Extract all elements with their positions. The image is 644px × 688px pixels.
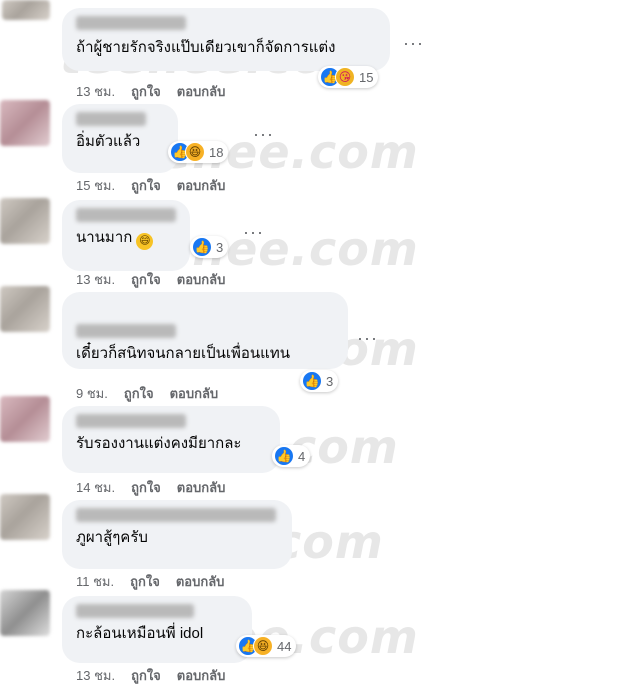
like-icon: 👍 xyxy=(302,371,322,391)
avatar[interactable] xyxy=(0,198,50,244)
reply-button[interactable]: ตอบกลับ xyxy=(177,477,226,498)
avatar[interactable] xyxy=(2,0,50,20)
comment-time[interactable]: 11 ชม. xyxy=(76,571,114,592)
comment-text: กะล้อนเหมือนพี่ idol xyxy=(76,625,204,642)
comment-text: รับรองงานแต่งคงมียากละ xyxy=(76,435,242,452)
like-icon: 👍 xyxy=(274,446,294,466)
commenter-name-blurred xyxy=(76,414,186,428)
reaction-count: 4 xyxy=(298,448,306,464)
reply-button[interactable]: ตอบกลับ xyxy=(177,665,226,686)
haha-icon: 😆 xyxy=(185,142,205,162)
like-button[interactable]: ถูกใจ xyxy=(131,175,161,196)
comment-meta: 13 ชม. ถูกใจ ตอบกลับ xyxy=(76,269,225,290)
reaction-count: 3 xyxy=(216,239,224,255)
reply-button[interactable]: ตอบกลับ xyxy=(170,383,219,404)
reaction-summary[interactable]: 👍 😆 44 xyxy=(236,635,297,657)
like-button[interactable]: ถูกใจ xyxy=(130,571,160,592)
reaction-summary[interactable]: 👍 😆 18 xyxy=(168,141,229,163)
comment-bubble: นานมาก 😄 xyxy=(62,200,190,271)
comment-time[interactable]: 13 ชม. xyxy=(76,269,115,290)
like-button[interactable]: ถูกใจ xyxy=(131,665,161,686)
comment-text-body: นานมาก xyxy=(76,229,133,246)
reaction-count: 3 xyxy=(326,373,334,389)
reply-button[interactable]: ตอบกลับ xyxy=(176,571,225,592)
avatar[interactable] xyxy=(0,286,50,332)
reaction-summary[interactable]: 👍 😘 15 xyxy=(318,66,379,88)
avatar[interactable] xyxy=(0,590,50,636)
more-options-icon[interactable]: ··· xyxy=(403,33,424,54)
comment-time[interactable]: 14 ชม. xyxy=(76,477,115,498)
comment-text: นานมาก 😄 xyxy=(76,228,176,250)
reaction-summary[interactable]: 👍 3 xyxy=(300,370,339,392)
avatar[interactable] xyxy=(0,100,50,146)
haha-icon: 😆 xyxy=(253,636,273,656)
comment-bubble: ถ้าผู้ชายรักจริงแป๊บเดียวเขาก็จัดการแต่ง xyxy=(62,8,390,71)
reaction-count: 44 xyxy=(277,638,292,654)
comment-text: ภูผาสู้ๆครับ xyxy=(76,529,148,546)
avatar[interactable] xyxy=(0,396,50,442)
comment-time[interactable]: 13 ชม. xyxy=(76,81,115,102)
comment-text: ถ้าผู้ชายรักจริงแป๊บเดียวเขาก็จัดการแต่ง xyxy=(76,39,336,56)
love-icon: 😘 xyxy=(335,67,355,87)
commenter-name-blurred xyxy=(76,324,176,338)
comment-meta: 15 ชม. ถูกใจ ตอบกลับ xyxy=(76,175,225,196)
comment-bubble: เดี๋ยวก็สนิทจนกลายเป็นเพื่อนแทน xyxy=(62,292,348,369)
comment-time[interactable]: 13 ชม. xyxy=(76,665,115,686)
commenter-name-blurred xyxy=(76,508,276,522)
reaction-summary[interactable]: 👍 4 xyxy=(272,445,311,467)
comment-meta: 9 ชม. ถูกใจ ตอบกลับ xyxy=(76,383,218,404)
comment-time[interactable]: 9 ชม. xyxy=(76,383,108,404)
comment-bubble: อิ่มตัวแล้ว xyxy=(62,104,178,173)
commenter-name-blurred xyxy=(76,208,176,222)
reply-button[interactable]: ตอบกลับ xyxy=(177,81,226,102)
reaction-summary[interactable]: 👍 3 xyxy=(190,236,229,258)
comment-meta: 11 ชม. ถูกใจ ตอบกลับ xyxy=(76,571,224,592)
comment-bubble: ภูผาสู้ๆครับ xyxy=(62,500,292,569)
like-button[interactable]: ถูกใจ xyxy=(131,81,161,102)
comment-meta: 14 ชม. ถูกใจ ตอบกลับ xyxy=(76,477,225,498)
comment-text: อิ่มตัวแล้ว xyxy=(76,133,141,150)
like-button[interactable]: ถูกใจ xyxy=(124,383,154,404)
avatar[interactable] xyxy=(0,494,50,540)
comment-text: เดี๋ยวก็สนิทจนกลายเป็นเพื่อนแทน xyxy=(76,345,290,362)
comment-meta: 13 ชม. ถูกใจ ตอบกลับ xyxy=(76,665,225,686)
comment-bubble: รับรองงานแต่งคงมียากละ xyxy=(62,406,280,473)
more-options-icon[interactable]: ··· xyxy=(253,124,274,145)
reply-button[interactable]: ตอบกลับ xyxy=(177,175,226,196)
comment-bubble: กะล้อนเหมือนพี่ idol xyxy=(62,596,252,663)
commenter-name-blurred xyxy=(76,112,146,126)
reply-button[interactable]: ตอบกลับ xyxy=(177,269,226,290)
more-options-icon[interactable]: ··· xyxy=(243,222,264,243)
smile-emoji-icon: 😄 xyxy=(136,232,154,250)
commenter-name-blurred xyxy=(76,604,194,618)
comment-time[interactable]: 15 ชม. xyxy=(76,175,115,196)
reaction-count: 15 xyxy=(359,69,374,85)
like-button[interactable]: ถูกใจ xyxy=(131,477,161,498)
commenter-name-blurred xyxy=(76,16,186,30)
reaction-count: 18 xyxy=(209,144,224,160)
more-options-icon[interactable]: ··· xyxy=(357,328,378,349)
like-button[interactable]: ถูกใจ xyxy=(131,269,161,290)
comment-meta: 13 ชม. ถูกใจ ตอบกลับ xyxy=(76,81,225,102)
like-icon: 👍 xyxy=(192,237,212,257)
